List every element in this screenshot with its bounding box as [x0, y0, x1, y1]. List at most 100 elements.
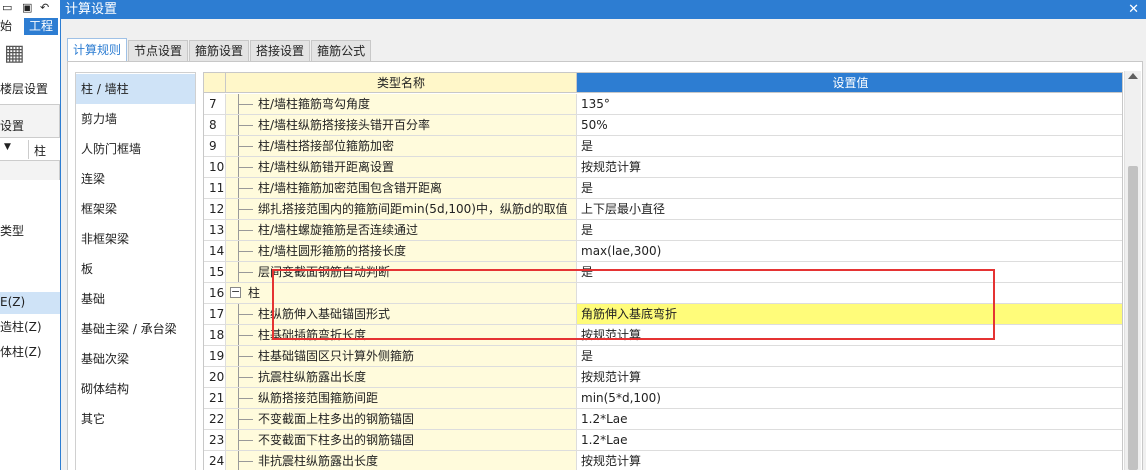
- row-value[interactable]: min(5*d,100): [577, 388, 1122, 409]
- category-item[interactable]: 剪力墙: [76, 104, 195, 134]
- row-value[interactable]: 135°: [577, 94, 1122, 115]
- group-row[interactable]: 16− 柱: [204, 283, 1122, 304]
- close-icon[interactable]: ✕: [1128, 2, 1139, 17]
- row-name: 抗震柱纵筋露出长度: [226, 367, 577, 388]
- row-number: 20: [204, 367, 226, 388]
- table-row[interactable]: 23 不变截面下柱多出的钢筋锚固 1.2*Lae: [204, 430, 1122, 451]
- row-value[interactable]: 按规范计算: [577, 157, 1122, 178]
- tab-3[interactable]: 搭接设置: [250, 40, 311, 62]
- scroll-up-arrow-icon[interactable]: [1128, 73, 1138, 79]
- category-item[interactable]: 人防门框墙: [76, 134, 195, 164]
- row-value[interactable]: 是: [577, 346, 1122, 367]
- row-name-text: 柱/墙柱箍筋加密范围包含错开距离: [258, 181, 443, 195]
- table-row[interactable]: 24 非抗震柱纵筋露出长度 按规范计算: [204, 451, 1122, 470]
- row-value[interactable]: max(lae,300): [577, 241, 1122, 262]
- table-row[interactable]: 17 柱纵筋伸入基础锚固形式 角筋伸入基底弯折: [204, 304, 1122, 325]
- row-value[interactable]: 按规范计算: [577, 367, 1122, 388]
- row-name: 柱/墙柱纵筋搭接接头错开百分率: [226, 115, 577, 136]
- category-item[interactable]: 框架梁: [76, 194, 195, 224]
- row-value[interactable]: 按规范计算: [577, 325, 1122, 346]
- grid-header-name[interactable]: 类型名称: [226, 73, 577, 93]
- row-value[interactable]: [577, 283, 1122, 304]
- table-row[interactable]: 12 绑扎搭接范围内的箍筋间距min(5d,100)中，纵筋d的取值 上下层最小直径: [204, 199, 1122, 220]
- grid-header-value[interactable]: 设置值: [577, 73, 1122, 93]
- row-value[interactable]: 是: [577, 262, 1122, 283]
- table-row[interactable]: 10 柱/墙柱纵筋错开距离设置 按规范计算: [204, 157, 1122, 178]
- row-number: 19: [204, 346, 226, 367]
- category-item[interactable]: 连梁: [76, 164, 195, 194]
- table-row[interactable]: 21 纵筋搭接范围箍筋间距 min(5*d,100): [204, 388, 1122, 409]
- row-value[interactable]: 50%: [577, 115, 1122, 136]
- tree-item[interactable]: 造柱(Z): [0, 315, 60, 337]
- category-item[interactable]: 非框架梁: [76, 224, 195, 254]
- row-value[interactable]: 是: [577, 220, 1122, 241]
- category-item[interactable]: 砌体结构: [76, 374, 195, 404]
- row-name-text: 柱/墙柱箍筋弯勾角度: [258, 97, 371, 111]
- row-name: 柱/墙柱搭接部位箍筋加密: [226, 136, 577, 157]
- quick-access-toolbar: ▭ ▣ ↶: [0, 0, 60, 18]
- row-name-text: 柱/墙柱纵筋错开距离设置: [258, 160, 395, 174]
- category-item[interactable]: 其它: [76, 404, 195, 434]
- settings-group-label: 设置: [0, 119, 25, 133]
- row-name: − 柱: [226, 283, 577, 304]
- row-value[interactable]: 是: [577, 136, 1122, 157]
- row-number: 23: [204, 430, 226, 451]
- table-row[interactable]: 8 柱/墙柱纵筋搭接接头错开百分率 50%: [204, 115, 1122, 136]
- ribbon-tab-project[interactable]: 工程: [24, 18, 59, 35]
- table-row[interactable]: 13 柱/墙柱螺旋箍筋是否连续通过 是: [204, 220, 1122, 241]
- grid-header-num: [204, 73, 226, 93]
- dialog-title: 计算设置: [65, 2, 118, 17]
- tree-item[interactable]: 体柱(Z): [0, 340, 60, 362]
- floor-settings-button[interactable]: 楼层设置: [0, 80, 48, 97]
- table-row[interactable]: 15 层间变截面钢筋自动判断 是: [204, 262, 1122, 283]
- row-value[interactable]: 1.2*Lae: [577, 409, 1122, 430]
- row-number: 13: [204, 220, 226, 241]
- table-row[interactable]: 11 柱/墙柱箍筋加密范围包含错开距离 是: [204, 178, 1122, 199]
- category-item[interactable]: 基础: [76, 284, 195, 314]
- chevron-down-icon[interactable]: ▼: [4, 142, 11, 152]
- tree-item-selected[interactable]: E(Z): [0, 292, 60, 314]
- tab-4[interactable]: 箍筋公式: [311, 40, 372, 62]
- folder-icon[interactable]: ▭: [2, 1, 12, 14]
- row-name-text: 柱/墙柱搭接部位箍筋加密: [258, 139, 395, 153]
- category-item[interactable]: 基础主梁 / 承台梁: [76, 314, 195, 344]
- table-row[interactable]: 18 柱基础插筋弯折长度 按规范计算: [204, 325, 1122, 346]
- row-number: 8: [204, 115, 226, 136]
- row-number: 7: [204, 94, 226, 115]
- element-type-combo[interactable]: ▼ 柱: [0, 137, 60, 161]
- grid-vertical-scrollbar[interactable]: [1124, 71, 1141, 470]
- row-number: 22: [204, 409, 226, 430]
- row-value[interactable]: 1.2*Lae: [577, 430, 1122, 451]
- save-icon[interactable]: ▣: [22, 1, 32, 14]
- table-row[interactable]: 22 不变截面上柱多出的钢筋锚固 1.2*Lae: [204, 409, 1122, 430]
- category-item[interactable]: 柱 / 墙柱: [76, 74, 195, 104]
- row-name-text: 不变截面下柱多出的钢筋锚固: [258, 433, 415, 447]
- dialog-titlebar[interactable]: 计算设置 ✕: [61, 0, 1146, 19]
- collapse-icon[interactable]: −: [230, 286, 241, 298]
- table-row[interactable]: 14 柱/墙柱圆形箍筋的搭接长度 max(lae,300): [204, 241, 1122, 262]
- row-number: 14: [204, 241, 226, 262]
- row-value[interactable]: 角筋伸入基底弯折: [577, 304, 1122, 325]
- row-value[interactable]: 是: [577, 178, 1122, 199]
- scroll-thumb[interactable]: [1128, 166, 1138, 470]
- row-name-text: 柱基础锚固区只计算外侧箍筋: [258, 349, 415, 363]
- tab-2[interactable]: 箍筋设置: [189, 40, 250, 62]
- floor-settings-icon[interactable]: ▦: [4, 41, 25, 66]
- type-label: 类型: [0, 224, 25, 238]
- category-item[interactable]: 基础次梁: [76, 344, 195, 374]
- tab-0[interactable]: 计算规则: [67, 38, 128, 62]
- table-row[interactable]: 19 柱基础锚固区只计算外侧箍筋 是: [204, 346, 1122, 367]
- row-name-text: 绑扎搭接范围内的箍筋间距min(5d,100)中，纵筋d的取值: [258, 202, 568, 216]
- row-value[interactable]: 按规范计算: [577, 451, 1122, 470]
- table-row[interactable]: 20 抗震柱纵筋露出长度 按规范计算: [204, 367, 1122, 388]
- undo-icon[interactable]: ↶: [40, 1, 49, 14]
- category-item[interactable]: 板: [76, 254, 195, 284]
- ribbon-tab-home[interactable]: 始: [0, 18, 12, 35]
- row-name-text: 纵筋搭接范围箍筋间距: [258, 391, 379, 405]
- row-name: 柱/墙柱纵筋错开距离设置: [226, 157, 577, 178]
- row-number: 9: [204, 136, 226, 157]
- row-value[interactable]: 上下层最小直径: [577, 199, 1122, 220]
- table-row[interactable]: 9 柱/墙柱搭接部位箍筋加密 是: [204, 136, 1122, 157]
- table-row[interactable]: 7 柱/墙柱箍筋弯勾角度 135°: [204, 94, 1122, 115]
- tab-1[interactable]: 节点设置: [128, 40, 189, 62]
